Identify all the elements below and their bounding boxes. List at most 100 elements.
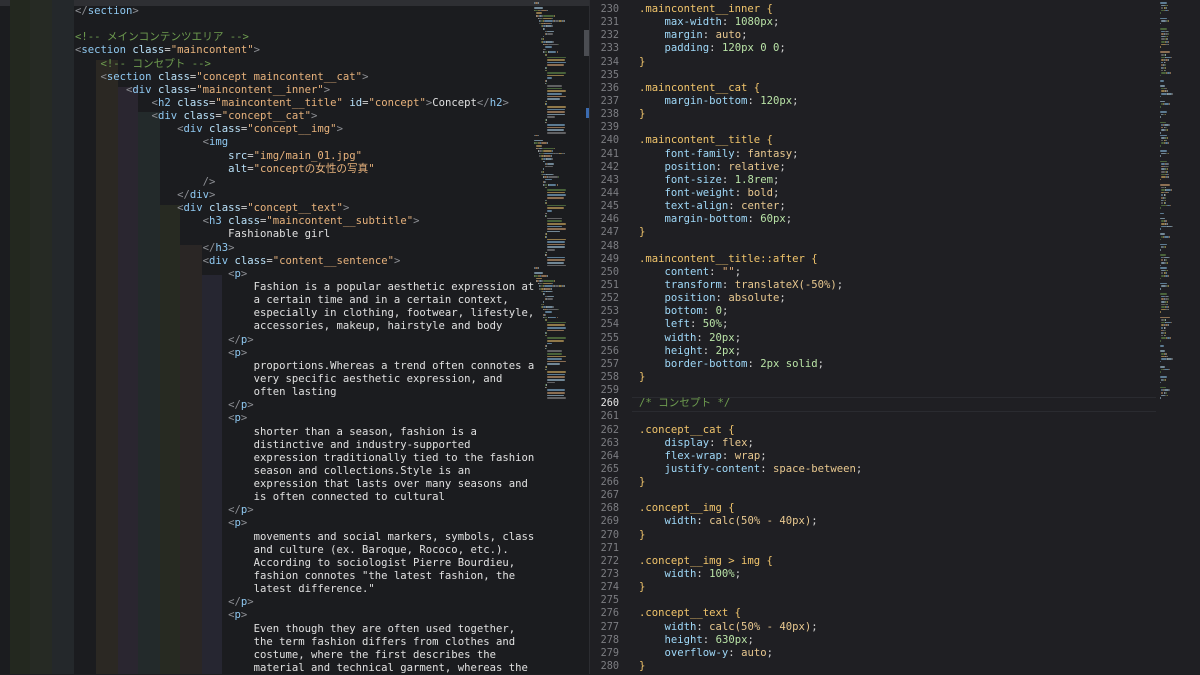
right-code-line[interactable]: left: 50%; (639, 318, 862, 331)
right-code-line[interactable]: content: ""; (639, 266, 862, 279)
right-code-line[interactable]: flex-wrap: wrap; (639, 450, 862, 463)
left-code-line[interactable]: <div class="concept__text"> (75, 202, 534, 215)
left-code-line[interactable]: proportions.Whereas a trend often connot… (75, 360, 535, 373)
minimap[interactable] (534, 0, 580, 412)
right-code-line[interactable]: width: calc(50% - 40px); (639, 515, 862, 528)
right-code-line[interactable]: font-weight: bold; (639, 187, 862, 200)
right-code-line[interactable]: width: 20px; (639, 332, 862, 345)
right-code-line[interactable]: max-width: 1080px; (639, 16, 862, 29)
left-code-line[interactable]: <p> (75, 517, 534, 530)
right-code-line[interactable]: width: 100%; (639, 568, 862, 581)
right-code-line[interactable]: display: flex; (639, 437, 862, 450)
right-code-line[interactable] (639, 542, 862, 555)
left-code-line[interactable]: </h3> (75, 242, 534, 255)
right-code-line[interactable]: width: calc(50% - 40px); (639, 621, 862, 634)
right-code-line[interactable]: } (639, 529, 862, 542)
right-code-line[interactable]: font-family: fantasy; (639, 148, 862, 161)
right-code-line[interactable] (639, 384, 862, 397)
left-code-line[interactable]: shorter than a season, fashion is a (75, 426, 534, 439)
left-code-line[interactable]: fashion connotes "the latest fashion, th… (75, 570, 534, 583)
left-code-line[interactable]: very specific aesthetic expression, and (75, 373, 534, 386)
minimap[interactable] (1160, 0, 1194, 399)
left-code-line[interactable]: <!-- コンセプト --> (75, 58, 534, 71)
right-code-line[interactable]: .maincontent__inner { (639, 3, 862, 16)
left-code-line[interactable]: </p> (75, 399, 534, 412)
left-code-line[interactable]: the term fashion differs from clothes an… (75, 636, 534, 649)
left-code-line[interactable]: alt="conceptの女性の写真" (75, 163, 534, 176)
left-code-line[interactable]: <h3 class="maincontent__subtitle"> (75, 215, 534, 228)
right-code-line[interactable]: } (639, 108, 862, 121)
html-code-lines[interactable]: </section> <!-- メインコンテンツエリア --> <section … (75, 5, 534, 675)
left-code-line[interactable]: latest difference." (75, 583, 534, 596)
right-code-line[interactable]: text-align: center; (639, 200, 862, 213)
right-code-line[interactable]: border-bottom: 2px solid; (639, 358, 862, 371)
left-code-line[interactable]: Fashionable girl (75, 228, 534, 241)
left-code-line[interactable]: src="img/main_01.jpg" (75, 150, 534, 163)
left-code-line[interactable]: <div class="concept__cat"> (75, 110, 534, 123)
right-code-line[interactable]: font-size: 1.8rem; (639, 174, 862, 187)
right-code-line[interactable]: .maincontent__title { (639, 134, 862, 147)
right-code-line[interactable]: } (639, 660, 862, 673)
left-code-line[interactable]: a certain time and in a certain context, (75, 294, 534, 307)
left-code-line[interactable]: </section> (75, 5, 534, 18)
right-code-line[interactable]: height: 2px; (639, 345, 862, 358)
left-code-line[interactable]: <div class="content__sentence"> (75, 255, 534, 268)
right-code-line[interactable]: } (639, 476, 862, 489)
left-code-line[interactable]: and culture (ex. Baroque, Rococo, etc.). (75, 544, 534, 557)
left-code-line[interactable]: <div class="maincontent__inner"> (75, 84, 534, 97)
left-code-line[interactable]: accessories, makeup, hairstyle and body (75, 320, 534, 333)
right-code-line[interactable]: margin: auto; (639, 29, 862, 42)
right-code-line[interactable]: margin-bottom: 120px; (639, 95, 862, 108)
left-code-line[interactable]: distinctive and industry-supported (75, 439, 534, 452)
right-code-line[interactable]: height: 630px; (639, 634, 862, 647)
left-code-line[interactable]: </p> (75, 596, 534, 609)
left-code-line[interactable]: <p> (75, 412, 534, 425)
left-code-line[interactable]: <h2 class="maincontent__title" id="conce… (75, 97, 534, 110)
left-code-line[interactable]: <p> (75, 268, 534, 281)
right-code-line[interactable] (639, 410, 862, 423)
right-code-line[interactable]: .concept__img { (639, 502, 862, 515)
right-code-line[interactable]: /* コンセプト */ (639, 397, 862, 410)
right-code-line[interactable]: margin-bottom: 60px; (639, 213, 862, 226)
right-code-line[interactable]: .maincontent__cat { (639, 82, 862, 95)
left-code-line[interactable]: expression traditionally tied to the fas… (75, 452, 535, 465)
left-code-line[interactable]: <img (75, 136, 534, 149)
left-code-line[interactable] (75, 18, 534, 31)
left-code-line[interactable]: </div> (75, 189, 534, 202)
right-code-line[interactable]: .concept__img > img { (639, 555, 862, 568)
left-code-line[interactable]: </p> (75, 334, 534, 347)
left-code-line[interactable]: often lasting (75, 386, 534, 399)
right-code-line[interactable] (639, 69, 862, 82)
left-code-line[interactable]: <section class="maincontent"> (75, 44, 534, 57)
right-code-line[interactable]: position: relative; (639, 161, 862, 174)
left-code-line[interactable]: <p> (75, 347, 534, 360)
left-code-line[interactable]: movements and social markers, symbols, c… (75, 531, 535, 544)
right-code-line[interactable]: .concept__text { (639, 607, 862, 620)
left-code-line[interactable]: </p> (75, 504, 534, 517)
right-code-line[interactable] (639, 240, 862, 253)
left-code-line[interactable]: season and collections.Style is an (75, 465, 534, 478)
left-code-line[interactable]: <div class="concept__img"> (75, 123, 534, 136)
right-code-line[interactable]: } (639, 371, 862, 384)
left-code-line[interactable]: costume, where the first describes the (75, 649, 534, 662)
css-code-lines[interactable]: .maincontent__inner { max-width: 1080px;… (639, 3, 862, 673)
right-code-line[interactable] (639, 489, 862, 502)
left-code-line[interactable]: is often connected to cultural (75, 491, 534, 504)
right-code-line[interactable]: } (639, 581, 862, 594)
right-code-line[interactable]: overflow-y: auto; (639, 647, 862, 660)
right-code-line[interactable]: padding: 120px 0 0; (639, 42, 862, 55)
right-code-line[interactable]: } (639, 226, 862, 239)
left-code-line[interactable]: <section class="concept maincontent__cat… (75, 71, 534, 84)
right-code-line[interactable]: justify-content: space-between; (639, 463, 863, 476)
left-code-line[interactable]: <p> (75, 609, 534, 622)
right-code-line[interactable] (639, 121, 862, 134)
right-code-line[interactable]: .maincontent__title::after { (639, 253, 862, 266)
right-code-line[interactable]: bottom: 0; (639, 305, 862, 318)
left-code-line[interactable]: expression that lasts over many seasons … (75, 478, 534, 491)
right-code-line[interactable]: } (639, 56, 862, 69)
left-code-line[interactable]: material and technical garment, whereas … (75, 662, 534, 675)
left-code-line[interactable]: <!-- メインコンテンツエリア --> (75, 31, 534, 44)
left-code-line[interactable]: Even though they are often used together… (75, 623, 534, 636)
left-code-line[interactable]: especially in clothing, footwear, lifest… (75, 307, 535, 320)
right-code-line[interactable] (639, 594, 862, 607)
